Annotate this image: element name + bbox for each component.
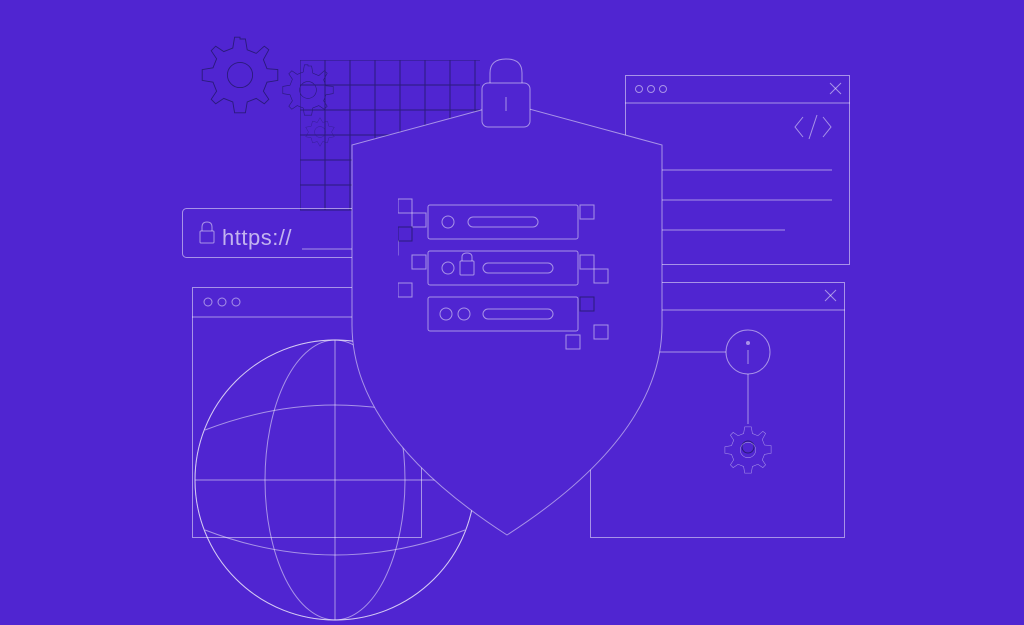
gear-small-icon xyxy=(303,115,337,149)
gear-large-icon xyxy=(195,30,285,120)
server-stack xyxy=(398,195,623,375)
gear-medium-icon xyxy=(278,60,338,120)
security-illustration: https:// xyxy=(0,0,1024,596)
padlock-icon xyxy=(478,55,534,130)
protocol-label: https:// xyxy=(222,225,292,251)
